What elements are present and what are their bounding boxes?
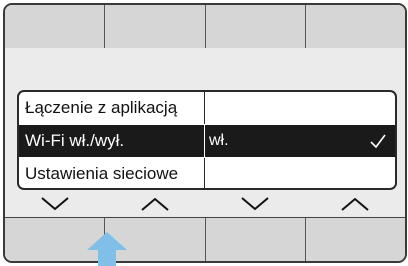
lcd-display: Łączenie z aplikacją Wi-Fi wł./wył. wł. … [5, 48, 405, 216]
chevron-down-icon [241, 197, 269, 211]
menu-item-label: Łączenie z aplikacją [19, 92, 205, 124]
menu-row-network-settings[interactable]: Ustawienia sieciowe [19, 158, 395, 188]
settings-menu: Łączenie z aplikacją Wi-Fi wł./wył. wł. … [17, 90, 397, 190]
menu-item-label: Wi-Fi wł./wył. [19, 125, 205, 157]
top-softkey-3[interactable] [205, 5, 306, 48]
menu-item-value-cell: wł. [205, 125, 395, 157]
menu-item-value [205, 158, 395, 188]
checkmark-icon [370, 134, 386, 149]
menu-row-wifi[interactable]: Wi-Fi wł./wył. wł. [19, 125, 395, 157]
bottom-softkeys [5, 217, 405, 261]
chevron-up-icon [341, 197, 369, 211]
chevron-up-icon [141, 197, 169, 211]
top-softkey-4[interactable] [305, 5, 405, 48]
menu-item-value [205, 92, 395, 124]
display-bezel: Łączenie z aplikacją Wi-Fi wł./wył. wł. … [3, 3, 407, 263]
menu-item-value: wł. [209, 132, 229, 149]
navigation-arrows [5, 193, 405, 215]
menu-row-app-connection[interactable]: Łączenie z aplikacją [19, 92, 395, 124]
menu-item-label: Ustawienia sieciowe [19, 158, 205, 188]
top-softkey-1[interactable] [5, 5, 106, 48]
bottom-softkey-3[interactable] [205, 218, 306, 261]
chevron-down-icon [41, 197, 69, 211]
arrow-cell-2 [105, 193, 205, 215]
top-softkey-2[interactable] [105, 5, 206, 48]
up-arrow-pointer-icon [87, 232, 127, 266]
arrow-cell-4 [305, 193, 405, 215]
device-screen: Łączenie z aplikacją Wi-Fi wł./wył. wł. … [0, 0, 408, 266]
bottom-softkey-4[interactable] [305, 218, 405, 261]
arrow-cell-3 [205, 193, 305, 215]
arrow-cell-1 [5, 193, 105, 215]
top-softkeys [5, 5, 405, 49]
